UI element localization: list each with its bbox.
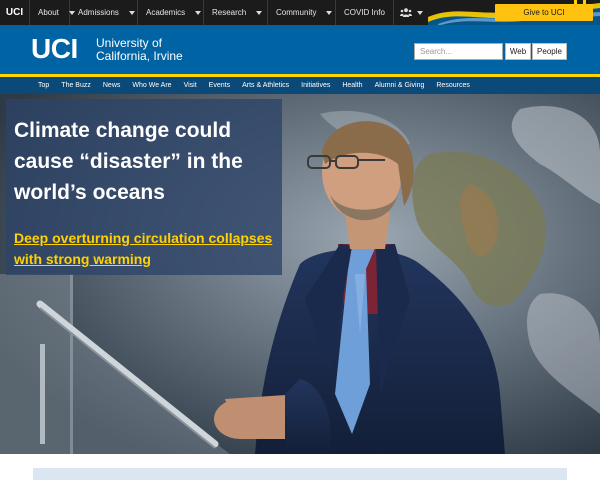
uci-logo[interactable]: UCI (31, 35, 78, 63)
uci-home-link[interactable]: UCI (0, 0, 30, 25)
hero-title[interactable]: Climate change could cause “disaster” in… (14, 115, 276, 208)
topbar-research-label: Research (212, 8, 247, 17)
nav-item-resources[interactable]: Resources (436, 82, 469, 89)
topbar-admissions[interactable]: Admissions (70, 0, 138, 25)
topbar-research[interactable]: Research (204, 0, 268, 25)
nav-item-arts-athletics[interactable]: Arts & Athletics (242, 82, 289, 89)
caret-down-icon (256, 10, 263, 15)
caret-down-icon (326, 10, 333, 15)
topbar-about[interactable]: About (30, 0, 75, 25)
nav-item-the-buzz[interactable]: The Buzz (61, 82, 91, 89)
search-input[interactable] (414, 43, 503, 60)
topbar-covid-info[interactable]: COVID Info (336, 0, 394, 25)
topbar-about-label: About (38, 8, 59, 17)
nav-item-top[interactable]: Top (38, 82, 49, 89)
content-strip (33, 468, 567, 480)
topbar-people-menu[interactable] (394, 0, 429, 25)
nav-item-events[interactable]: Events (209, 82, 230, 89)
topbar-academics[interactable]: Academics (138, 0, 204, 25)
topbar-community-label: Community (276, 8, 317, 17)
caret-down-icon (416, 10, 423, 15)
search-people-toggle[interactable]: People (532, 43, 567, 60)
hero-story-link[interactable]: Deep overturning circulation collapses w… (14, 228, 276, 270)
site-header: UCI University of California, Irvine Web… (0, 25, 600, 74)
main-nav: Top The Buzz News Who We Are Visit Event… (0, 77, 600, 94)
nav-item-health[interactable]: Health (342, 82, 362, 89)
top-utility-bar: UCI About Admissions Academics Research … (0, 0, 600, 25)
nav-item-visit[interactable]: Visit (184, 82, 197, 89)
nav-item-initiatives[interactable]: Initiatives (301, 82, 330, 89)
people-icon (399, 8, 412, 17)
search-web-toggle[interactable]: Web (505, 43, 531, 60)
nav-item-who-we-are[interactable]: Who We Are (132, 82, 171, 89)
caret-down-icon (128, 10, 135, 15)
nav-item-alumni-giving[interactable]: Alumni & Giving (375, 82, 425, 89)
university-name-line2: California, Irvine (96, 49, 183, 63)
university-name[interactable]: University of California, Irvine (96, 37, 183, 63)
topbar-academics-label: Academics (146, 8, 186, 17)
caret-down-icon (195, 10, 202, 15)
give-to-uci-button[interactable]: Give to UCI (495, 4, 593, 21)
hero-banner: Climate change could cause “disaster” in… (0, 94, 600, 454)
topbar-community[interactable]: Community (268, 0, 336, 25)
nav-item-news[interactable]: News (103, 82, 121, 89)
topbar-admissions-label: Admissions (78, 8, 119, 17)
